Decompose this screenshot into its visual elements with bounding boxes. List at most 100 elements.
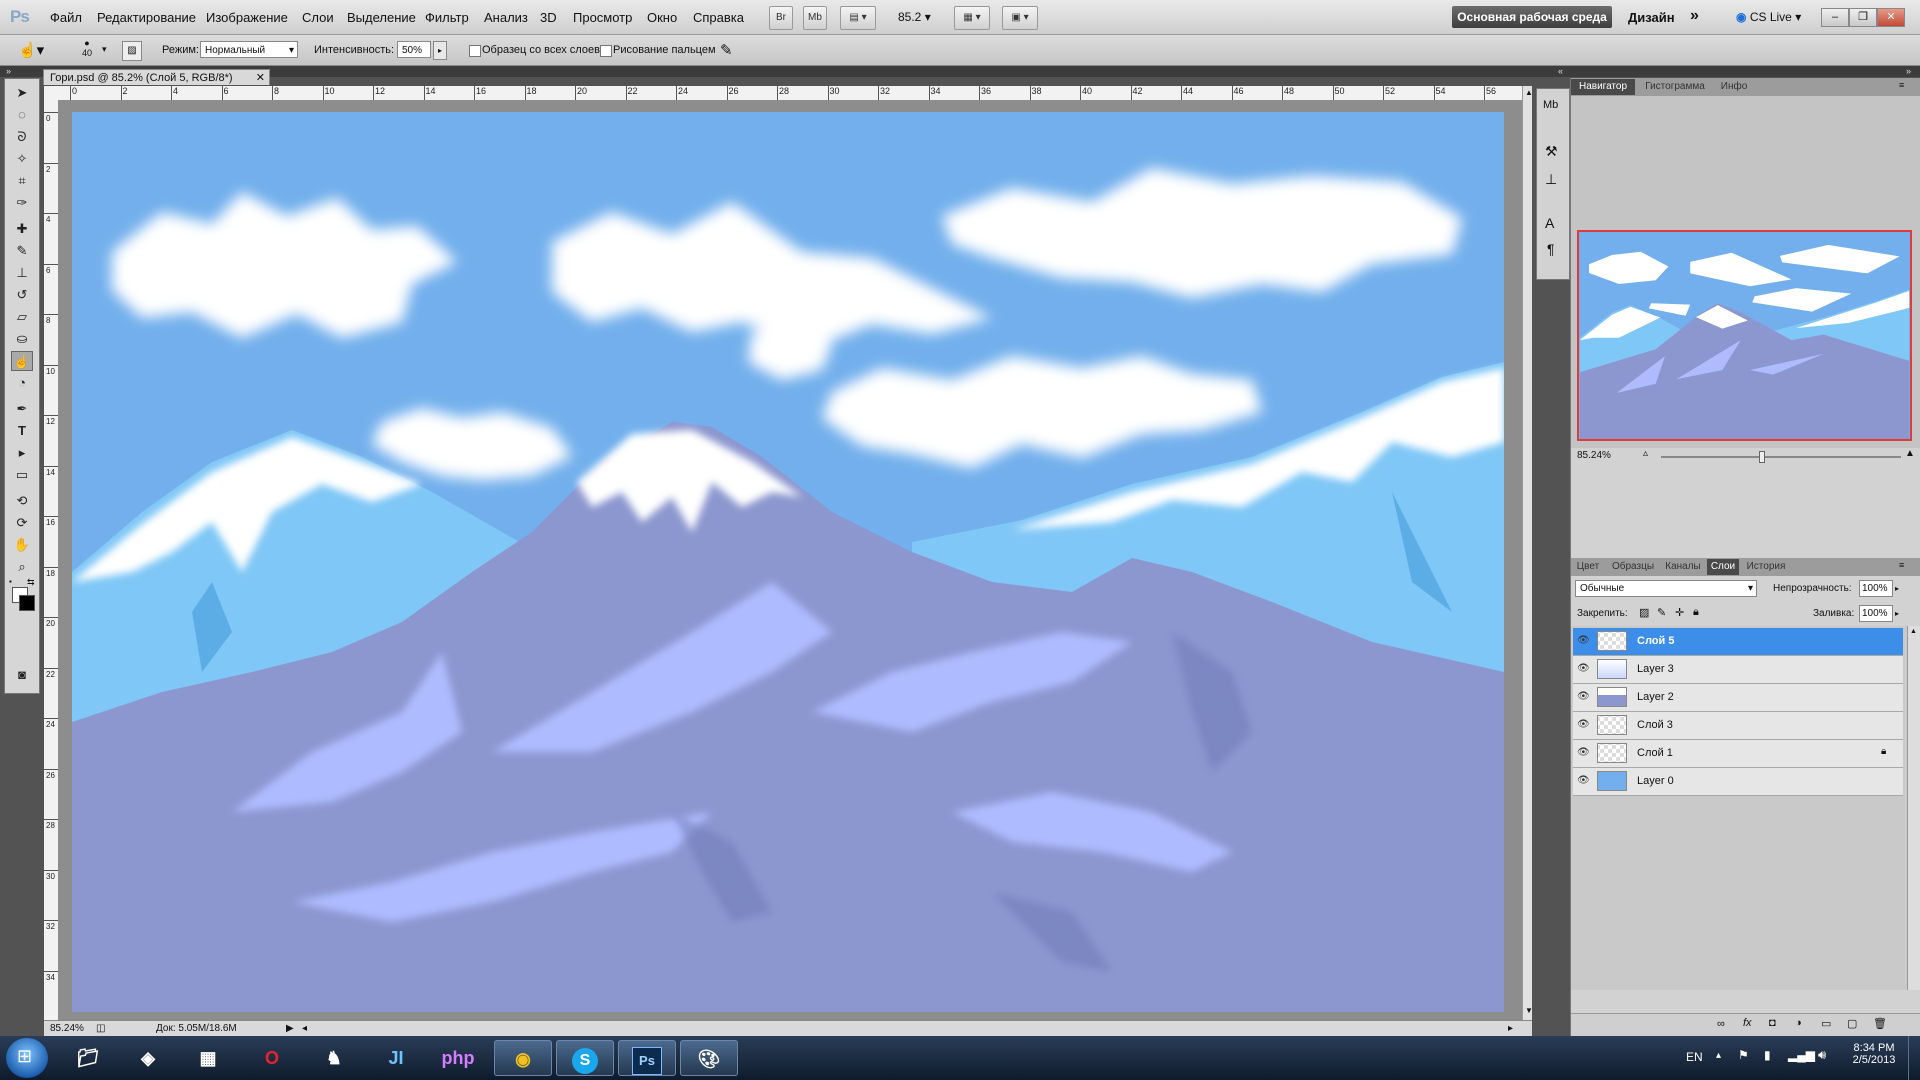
php-taskbar-icon[interactable]: php [430, 1040, 486, 1076]
navigator-thumbnail[interactable] [1577, 230, 1912, 441]
navigator-zoom-slider-thumb[interactable] [1759, 451, 1765, 463]
show-desktop-button[interactable] [1908, 1036, 1920, 1080]
eraser-tool-icon[interactable]: ▱ [11, 307, 33, 327]
strength-input[interactable]: 50% [397, 41, 431, 58]
zoom-tool-icon[interactable]: ⌕ [11, 557, 33, 577]
marquee-tool-icon[interactable]: ◌ [11, 105, 33, 125]
chevron-down-icon[interactable]: ▾ [102, 44, 107, 55]
opacity-input[interactable]: 100% [1859, 580, 1893, 597]
smudge-tool-icon[interactable]: ☝ [11, 351, 33, 371]
dodge-tool-icon[interactable]: ◔ [11, 373, 33, 393]
fill-input[interactable]: 100% [1859, 605, 1893, 622]
mini-bridge-icon[interactable]: Mb [1543, 99, 1558, 111]
zoom-level-dropdown[interactable]: 85.2 ▾ [898, 10, 931, 24]
navigator-zoom-value[interactable]: 85.24% [1577, 450, 1611, 461]
panel-menu-icon[interactable]: ≡ [1899, 560, 1904, 570]
arrange-documents-button[interactable]: ▦ ▾ [954, 6, 990, 30]
volume-icon[interactable]: 🔊︎ [1818, 1047, 1826, 1063]
pen-tool-icon[interactable]: ✒ [11, 399, 33, 419]
eyedropper-tool-icon[interactable]: ✑ [11, 193, 33, 213]
menu-view[interactable]: Просмотр [573, 10, 632, 25]
start-button[interactable]: ⊞ [6, 1038, 48, 1078]
quick-mask-icon[interactable]: ◙ [11, 665, 33, 685]
link-layers-icon[interactable]: ∞ [1717, 1018, 1725, 1030]
expand-panels-icon[interactable]: » [6, 66, 11, 76]
smudge-tool-preset-icon[interactable]: ☝▾ [18, 41, 44, 59]
menu-help[interactable]: Справка [693, 10, 744, 25]
menu-3d[interactable]: 3D [540, 10, 557, 25]
lasso-tool-icon[interactable]: ᘐ [11, 127, 33, 147]
workspace-essentials-button[interactable]: Основная рабочая среда [1452, 6, 1612, 28]
close-button[interactable]: ✕ [1877, 8, 1905, 27]
move-tool-icon[interactable]: ➤ [11, 83, 33, 103]
paint-taskbar-icon[interactable]: 🎨︎ [680, 1040, 738, 1076]
minimize-button[interactable]: – [1821, 8, 1849, 27]
panel-menu-icon[interactable]: ≡ [1899, 80, 1904, 90]
clock[interactable]: 8:34 PM 2/5/2013 [1846, 1042, 1902, 1066]
menu-layers[interactable]: Слои [302, 10, 334, 25]
fox-taskbar-icon[interactable]: ♞ [306, 1040, 362, 1076]
rectangle-tool-icon[interactable]: ▭ [11, 465, 33, 485]
3d-rotate-tool-icon[interactable]: ⟲ [11, 491, 33, 511]
show-hidden-icons-icon[interactable]: ▴ [1716, 1050, 1721, 1061]
lock-position-icon[interactable]: ✛ [1675, 606, 1684, 619]
visibility-eye-icon[interactable]: 👁︎ [1577, 775, 1590, 787]
visibility-eye-icon[interactable]: 👁︎ [1577, 663, 1590, 675]
opacity-slider-arrow-icon[interactable]: ▸ [1895, 580, 1905, 597]
scroll-right-icon[interactable]: ▸ [1508, 1021, 1513, 1037]
status-info-icon[interactable]: ◫ [96, 1021, 105, 1037]
blend-mode-select[interactable]: Обычные ▾ [1575, 580, 1757, 597]
new-group-icon[interactable]: ▭ [1821, 1017, 1831, 1030]
chrome-taskbar-icon[interactable]: ◉ [494, 1040, 552, 1076]
finger-painting-checkbox[interactable] [600, 45, 612, 57]
close-document-icon[interactable]: ✕ [256, 70, 265, 86]
background-color-swatch[interactable] [19, 595, 35, 611]
status-zoom[interactable]: 85.24% [50, 1021, 84, 1037]
pressure-icon[interactable]: ✎ [720, 41, 733, 59]
tab-swatches[interactable]: Образцы [1607, 559, 1659, 575]
network-signal-icon[interactable]: ▂▄▆ [1788, 1048, 1815, 1062]
layer-style-icon[interactable]: fx [1743, 1017, 1752, 1029]
strength-slider-arrow-icon[interactable]: ▸ [433, 41, 447, 60]
3d-orbit-tool-icon[interactable]: ⟳ [11, 513, 33, 533]
scroll-up-icon[interactable]: ▲ [1910, 628, 1917, 635]
menu-file[interactable]: Файл [50, 10, 82, 25]
navigator-zoom-slider[interactable] [1661, 456, 1901, 458]
bridge-button[interactable]: Br [769, 6, 793, 30]
hand-tool-icon[interactable]: ✋ [11, 535, 33, 555]
more-workspaces-icon[interactable]: » [1690, 7, 1699, 25]
tool-presets-icon[interactable]: ⚒ [1545, 143, 1558, 160]
document-tab[interactable]: Гори.psd @ 85.2% (Слой 5, RGB/8*) ✕ [43, 69, 270, 85]
layer-row[interactable]: 👁︎ Слой 5 [1573, 628, 1903, 656]
swap-colors-icon[interactable]: ⇆ [27, 577, 35, 588]
default-colors-icon[interactable]: ▪ [9, 577, 12, 586]
lock-image-icon[interactable]: ✎ [1657, 606, 1666, 619]
menu-window[interactable]: Окно [647, 10, 677, 25]
view-extras-button[interactable]: ▤ ▾ [840, 6, 876, 30]
healing-brush-tool-icon[interactable]: ✚ [11, 219, 33, 239]
tab-layers[interactable]: Слои [1707, 559, 1739, 575]
clone-source-icon[interactable]: ⊥ [1545, 171, 1557, 188]
opera-taskbar-icon[interactable]: O [244, 1040, 300, 1076]
zoom-in-icon[interactable]: ▲ [1905, 448, 1915, 459]
explorer-taskbar-icon[interactable]: 📁︎ [60, 1040, 116, 1076]
brush-panel-toggle-icon[interactable]: ▨ [122, 41, 142, 61]
new-layer-icon[interactable]: ▢ [1847, 1017, 1857, 1030]
menu-analysis[interactable]: Анализ [484, 10, 528, 25]
add-mask-icon[interactable]: ◘ [1769, 1017, 1776, 1029]
delete-layer-icon[interactable]: 🗑︎ [1873, 1017, 1887, 1030]
minibridge-button[interactable]: Mb [803, 6, 827, 30]
scroll-left-icon[interactable]: ◂ [302, 1021, 307, 1037]
canvas-area[interactable] [58, 100, 1522, 1020]
menu-image[interactable]: Изображение [206, 10, 288, 25]
tab-color[interactable]: Цвет [1571, 559, 1605, 575]
skype-taskbar-icon[interactable]: S [556, 1040, 614, 1076]
paint-bucket-tool-icon[interactable]: ⛀ [11, 329, 33, 349]
layer-row[interactable]: 👁︎ Layer 2 [1573, 684, 1903, 712]
character-icon[interactable]: A [1545, 215, 1554, 231]
power-icon[interactable]: ▮ [1764, 1048, 1771, 1062]
tab-channels[interactable]: Каналы [1661, 559, 1705, 575]
cs-live-button[interactable]: ◉ CS Live ▾ [1736, 10, 1801, 24]
fill-slider-arrow-icon[interactable]: ▸ [1895, 605, 1905, 622]
clone-stamp-tool-icon[interactable]: ⊥ [11, 263, 33, 283]
